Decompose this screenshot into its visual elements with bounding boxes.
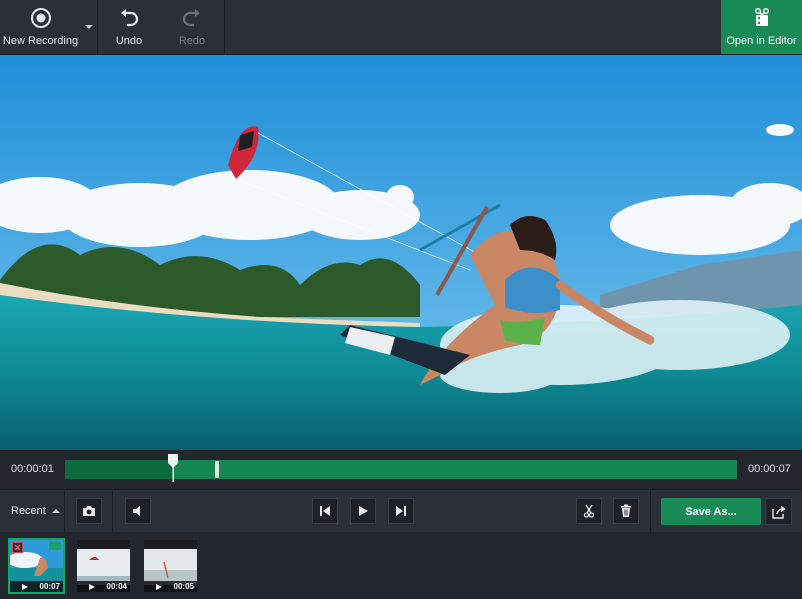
controls-divider xyxy=(650,490,651,532)
play-icon xyxy=(156,584,162,590)
play-icon xyxy=(22,584,28,590)
undo-button[interactable]: Undo xyxy=(98,0,160,54)
timeline-track[interactable] xyxy=(65,454,737,482)
share-icon xyxy=(771,505,786,519)
skip-back-button[interactable] xyxy=(312,498,338,524)
trim-button[interactable] xyxy=(576,498,602,524)
recent-label: Recent xyxy=(11,505,46,517)
controls-divider xyxy=(112,490,113,532)
chevron-up-icon xyxy=(51,509,60,513)
selected-indicator xyxy=(49,542,61,550)
toolbar-divider xyxy=(224,0,225,54)
redo-label: Redo xyxy=(178,35,206,47)
trash-icon xyxy=(621,504,631,517)
redo-button[interactable]: Redo xyxy=(160,0,224,54)
open-in-editor-label: Open in Editor xyxy=(726,35,797,47)
controls-divider xyxy=(64,490,65,532)
kitesurfer-frame-image xyxy=(0,55,802,450)
new-recording-dropdown[interactable] xyxy=(81,0,97,54)
speaker-icon xyxy=(133,506,140,516)
screenshot-button[interactable] xyxy=(76,498,102,524)
chevron-down-icon xyxy=(85,25,93,29)
remove-recording-button[interactable] xyxy=(12,542,23,553)
play-icon xyxy=(89,584,95,590)
undo-label: Undo xyxy=(115,35,143,47)
current-time: 00:00:01 xyxy=(11,463,54,475)
controls-bar: Recent Save As... xyxy=(0,489,802,533)
play-button[interactable] xyxy=(350,498,376,524)
record-icon xyxy=(30,7,52,29)
save-as-button[interactable]: Save As... xyxy=(661,498,761,525)
volume-button[interactable] xyxy=(125,498,151,524)
skip-back-icon xyxy=(320,506,330,516)
delete-button[interactable] xyxy=(613,498,639,524)
film-scissors-icon xyxy=(751,7,773,29)
undo-icon xyxy=(118,7,140,29)
skip-forward-button[interactable] xyxy=(388,498,414,524)
thumbnail-duration: 00:05 xyxy=(173,582,194,591)
scissors-icon xyxy=(583,504,595,518)
recent-toggle[interactable]: Recent xyxy=(11,505,60,517)
timeline-played-range xyxy=(65,460,173,479)
recent-strip: 00:07 00:04 00:05 xyxy=(0,532,802,599)
total-time: 00:00:07 xyxy=(748,463,791,475)
new-recording-button[interactable]: New Recording xyxy=(0,0,81,54)
open-in-editor-button[interactable]: Open in Editor xyxy=(721,0,802,54)
share-button[interactable] xyxy=(765,498,792,525)
timeline: 00:00:01 00:00:07 xyxy=(0,450,802,488)
recent-thumbnail[interactable]: 00:04 xyxy=(77,540,130,592)
toolbar: New Recording Undo Redo Open in Editor xyxy=(0,0,802,55)
close-icon xyxy=(14,544,21,551)
play-icon xyxy=(359,506,368,516)
new-recording-label: New Recording xyxy=(2,35,79,47)
redo-icon xyxy=(181,7,203,29)
thumbnail-duration: 00:04 xyxy=(106,582,127,591)
recent-thumbnail[interactable]: 00:07 xyxy=(8,538,65,594)
thumbnail-duration: 00:07 xyxy=(39,582,60,591)
timeline-marker[interactable] xyxy=(215,461,219,478)
camera-icon xyxy=(83,506,95,516)
video-preview[interactable] xyxy=(0,55,802,450)
playhead-handle[interactable] xyxy=(168,454,178,482)
skip-forward-icon xyxy=(396,506,406,516)
recent-thumbnail[interactable]: 00:05 xyxy=(144,540,197,592)
